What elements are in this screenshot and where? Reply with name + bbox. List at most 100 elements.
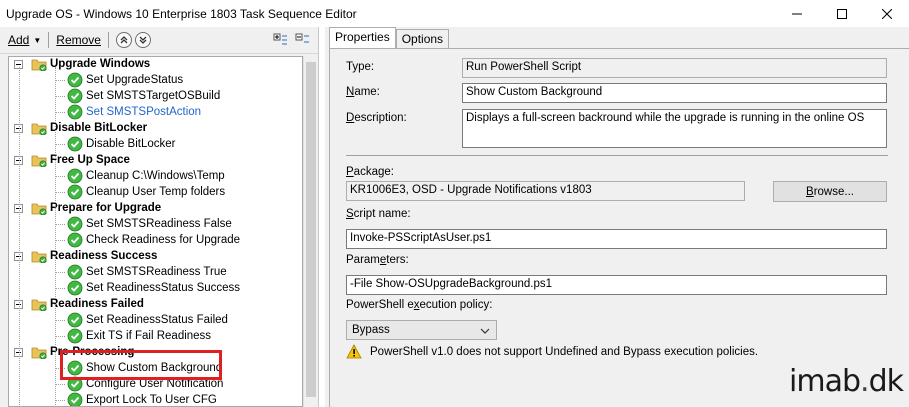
- title-bar: Upgrade OS - Windows 10 Enterprise 1803 …: [0, 0, 909, 27]
- properties-panel: Type: Run PowerShell Script Name: Show C…: [329, 48, 909, 407]
- move-up-button[interactable]: [115, 32, 132, 48]
- tab-properties[interactable]: Properties: [329, 27, 396, 48]
- folder-icon: [31, 59, 47, 71]
- type-label: Type:: [346, 61, 375, 73]
- checkmark-icon: [67, 104, 83, 120]
- remove-button[interactable]: Remove: [56, 33, 101, 47]
- watermark-brand: imab: [789, 364, 861, 399]
- chevron-down-icon: [480, 328, 490, 334]
- checkmark-icon: [67, 88, 83, 104]
- add-label: Add: [8, 33, 30, 47]
- minimize-button[interactable]: [774, 0, 819, 27]
- parameters-label: Parameters:: [346, 254, 409, 266]
- execution-policy-select[interactable]: Bypass: [346, 320, 497, 340]
- tree-step[interactable]: Set ReadinessStatus Success: [67, 280, 240, 296]
- checkmark-icon: [67, 328, 83, 344]
- name-field[interactable]: Show Custom Background: [462, 83, 887, 103]
- tab-options[interactable]: Options: [395, 29, 450, 48]
- tree-connector: [55, 192, 65, 193]
- warning-text: PowerShell v1.0 does not support Undefin…: [370, 345, 759, 358]
- tree-group[interactable]: Prepare for Upgrade: [14, 200, 162, 216]
- tree-step[interactable]: Set UpgradeStatus: [67, 72, 183, 88]
- tree-scrollbar[interactable]: [303, 56, 317, 407]
- checkmark-icon: [67, 216, 83, 232]
- highlight-annotation: [60, 350, 222, 380]
- folder-icon: [31, 123, 47, 135]
- maximize-icon: [836, 8, 847, 19]
- browse-button[interactable]: Browse...: [773, 181, 887, 202]
- tree-connector: [55, 144, 65, 145]
- tree-step[interactable]: Export Lock To User CFG: [67, 392, 217, 406]
- tree-item-label: Export Lock To User CFG: [86, 394, 217, 406]
- tree-step[interactable]: Cleanup User Temp folders: [67, 184, 225, 200]
- toolbar-divider: [48, 32, 50, 48]
- tree-item-label: Check Readiness for Upgrade: [86, 234, 241, 246]
- add-menu[interactable]: Add ▼: [8, 33, 41, 47]
- close-icon: [881, 8, 892, 19]
- maximize-button[interactable]: [819, 0, 864, 27]
- tree-connector: [19, 67, 20, 406]
- tree-group[interactable]: Readiness Success: [14, 248, 157, 264]
- description-field[interactable]: Displays a full-screen backround while t…: [462, 109, 887, 148]
- watermark-tld: dk: [868, 364, 904, 399]
- tree-item-label: Readiness Failed: [50, 298, 144, 310]
- tree-step[interactable]: Set ReadinessStatus Failed: [67, 312, 228, 328]
- close-button[interactable]: [864, 0, 909, 27]
- tree-step[interactable]: Exit TS if Fail Readiness: [67, 328, 211, 344]
- tree-item-label: Cleanup User Temp folders: [86, 186, 226, 198]
- package-label: Package:: [346, 166, 394, 178]
- remove-label: Remove: [56, 33, 101, 47]
- script-name-label: Script name:: [346, 208, 411, 220]
- tree-connector: [55, 96, 65, 97]
- tree-item-label: Set SMSTSTargetOSBuild: [86, 90, 221, 102]
- checkmark-icon: [67, 72, 83, 88]
- tree-item-label: Set SMSTSReadiness True: [86, 266, 227, 278]
- tree-group[interactable]: Free Up Space: [14, 152, 130, 168]
- tree-connector: [55, 67, 56, 406]
- section-divider: [346, 155, 888, 156]
- tree-item-label: Exit TS if Fail Readiness: [86, 330, 212, 342]
- description-label: Description:: [346, 112, 407, 124]
- execution-policy-value: Bypass: [352, 324, 390, 336]
- chevron-down-icon: [139, 36, 147, 44]
- script-name-field[interactable]: Invoke-PSScriptAsUser.ps1: [346, 229, 887, 249]
- dropdown-caret-icon: ▼: [33, 35, 42, 45]
- description-text: Displays a full-screen backround while t…: [466, 112, 865, 124]
- type-field: Run PowerShell Script: [462, 58, 887, 78]
- move-down-button[interactable]: [134, 32, 151, 48]
- tree-group[interactable]: Readiness Failed: [14, 296, 144, 312]
- package-field: KR1006E3, OSD - Upgrade Notifications v1…: [346, 181, 745, 201]
- warning-icon: [346, 344, 362, 359]
- tree-step[interactable]: Set SMSTSReadiness True: [67, 264, 227, 280]
- tree-step[interactable]: Set SMSTSPostAction: [67, 104, 201, 120]
- tree-item-label: Set SMSTSReadiness False: [86, 218, 232, 230]
- tree-connector: [55, 320, 65, 321]
- tree-item-label: Disable BitLocker: [86, 138, 176, 150]
- tree-connector: [55, 240, 65, 241]
- folder-icon: [31, 347, 47, 359]
- tree-step[interactable]: Check Readiness for Upgrade: [67, 232, 240, 248]
- tree-step[interactable]: Cleanup C:\Windows\Temp: [67, 168, 225, 184]
- tab-strip: Properties Options: [329, 27, 450, 49]
- scrollbar-thumb[interactable]: [306, 62, 316, 397]
- parameters-field[interactable]: -File Show-OSUpgradeBackground.ps1: [346, 275, 887, 295]
- tree-group[interactable]: Disable BitLocker: [14, 120, 147, 136]
- tree-connector: [55, 400, 65, 401]
- tree-connector: [55, 336, 65, 337]
- tree-item-label: Free Up Space: [50, 154, 130, 166]
- tree-item-label: Set UpgradeStatus: [86, 74, 184, 86]
- checkmark-icon: [67, 136, 83, 152]
- tree-step[interactable]: Set SMSTSTargetOSBuild: [67, 88, 220, 104]
- tree-item-label: Prepare for Upgrade: [50, 202, 162, 214]
- tree-group[interactable]: Upgrade Windows: [14, 57, 150, 72]
- tree-step[interactable]: Set SMSTSReadiness False: [67, 216, 232, 232]
- checkmark-icon: [67, 392, 83, 406]
- window-title: Upgrade OS - Windows 10 Enterprise 1803 …: [6, 6, 357, 21]
- checkmark-icon: [67, 232, 83, 248]
- collapse-all-icon[interactable]: [294, 32, 310, 48]
- tree-connector: [55, 384, 65, 385]
- folder-icon: [31, 251, 47, 263]
- name-label: Name:: [346, 86, 380, 98]
- expand-all-icon[interactable]: [272, 32, 288, 48]
- tree-step[interactable]: Disable BitLocker: [67, 136, 175, 152]
